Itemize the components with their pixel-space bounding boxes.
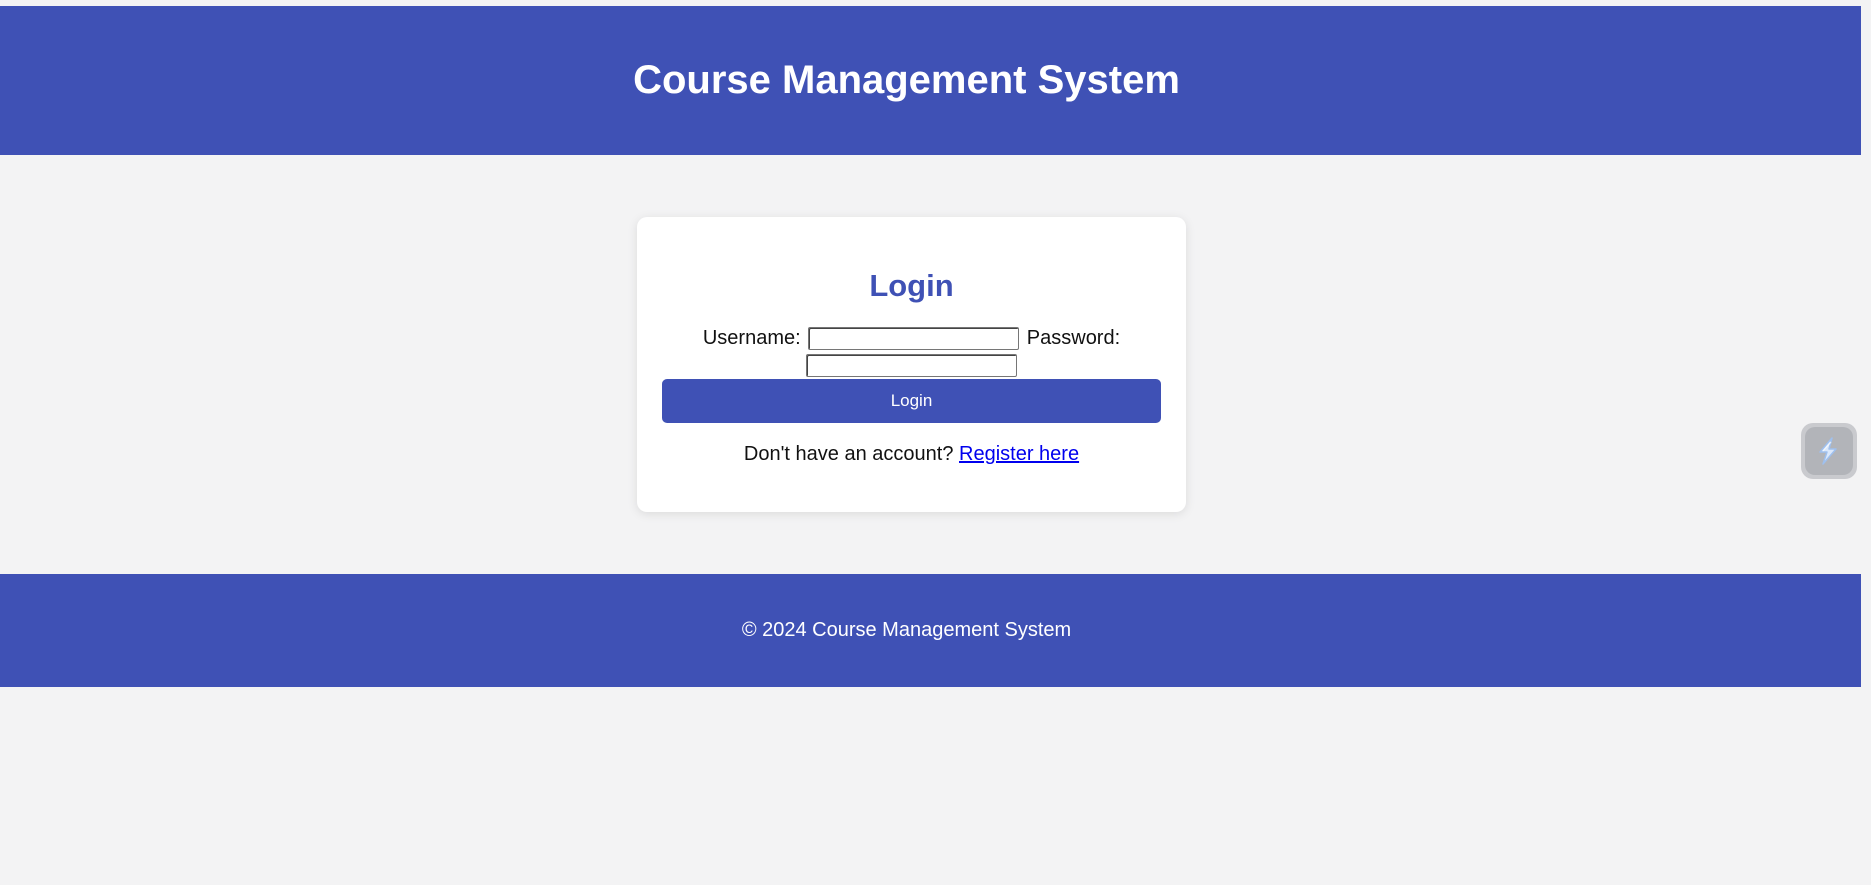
footer-copyright: © 2024 Course Management System [741,619,1072,641]
register-prompt-text: Don't have an account? [743,443,954,465]
register-link[interactable]: Register here [959,443,1079,465]
page: Course Management System Login Username:… [0,0,1871,885]
side-widget-button[interactable] [1801,423,1857,479]
site-title: Course Management System [633,58,1180,102]
login-card: Login Username: Password: Login Don't ha… [637,217,1186,512]
site-header: Course Management System [0,6,1861,155]
lightning-bolt-icon [1805,427,1853,475]
login-button[interactable]: Login [662,379,1161,423]
username-input[interactable] [808,327,1020,351]
password-input[interactable] [806,354,1017,378]
password-label: Password: [1026,327,1121,349]
username-label: Username: [702,327,801,349]
login-title: Login [869,268,954,303]
login-form: Username: Password: [669,325,1154,379]
site-footer: © 2024 Course Management System [0,574,1861,687]
register-prompt: Don't have an account? Register here [637,443,1186,466]
